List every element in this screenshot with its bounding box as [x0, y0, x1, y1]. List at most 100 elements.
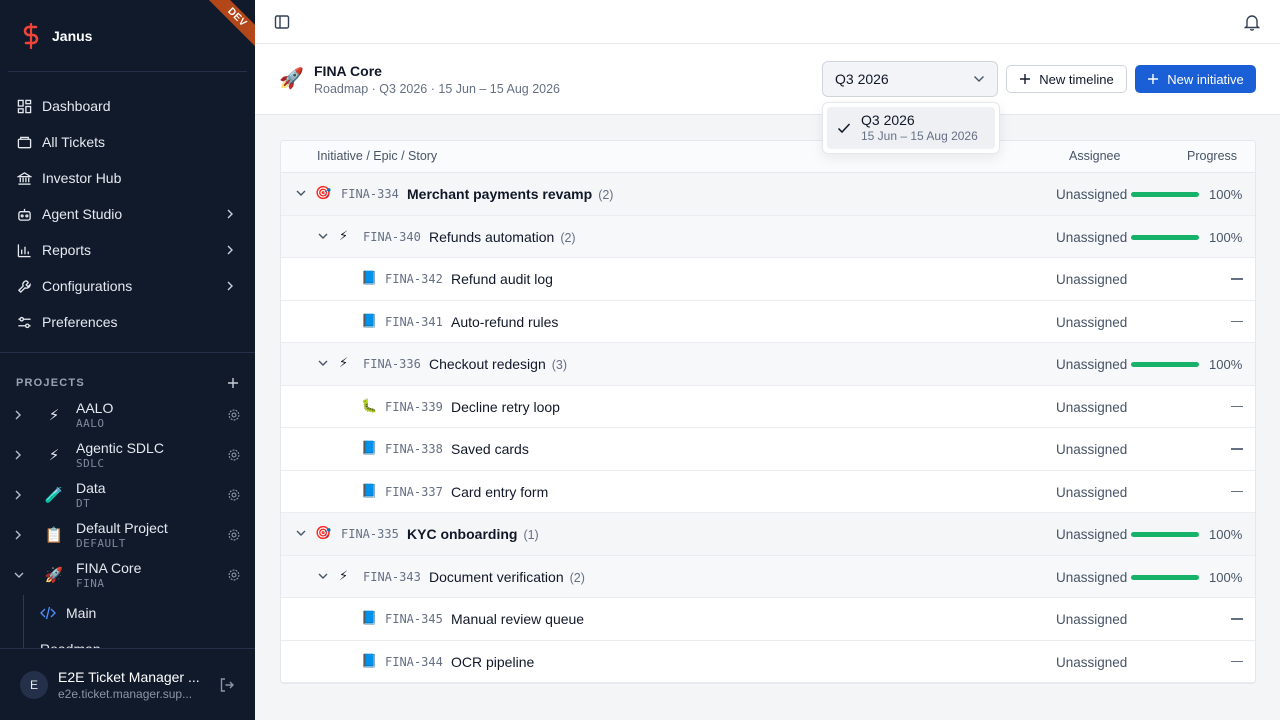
project-aalo[interactable]: ⚡ AALO AALO	[0, 395, 255, 435]
main-nav: Dashboard All Tickets Investor Hub Agent…	[0, 72, 255, 353]
assignee[interactable]: Unassigned	[1056, 272, 1127, 287]
table-row[interactable]: 📘 FINA-345 Manual review queue Unassigned	[281, 598, 1255, 641]
roadmap-table: Initiative / Epic / Story Assignee Progr…	[280, 140, 1256, 684]
period-option[interactable]: Q3 2026 15 Jun – 15 Aug 2026	[827, 107, 995, 149]
progress-bar	[1131, 532, 1199, 537]
chevron-down-icon[interactable]	[295, 527, 307, 539]
table-row[interactable]: 📘 FINA-337 Card entry form Unassigned	[281, 471, 1255, 513]
assignee[interactable]: Unassigned	[1056, 357, 1127, 372]
ticket-key[interactable]: FINA-340	[363, 230, 421, 244]
check-icon	[837, 123, 851, 134]
project-list: ⚡ AALO AALO ⚡ Agentic SDLC SDLC 🧪 Data DT 📋…	[0, 395, 255, 667]
assignee[interactable]: Unassigned	[1056, 655, 1127, 670]
assignee[interactable]: Unassigned	[1056, 315, 1127, 330]
nav-dashboard[interactable]: Dashboard	[8, 88, 247, 124]
table-row[interactable]: 🎯 FINA-335 KYC onboarding (1) Unassigned 100%	[281, 513, 1255, 556]
nav-agent-studio[interactable]: Agent Studio	[8, 196, 247, 232]
period-select[interactable]: Q3 2026	[822, 61, 998, 97]
chevron-right-icon[interactable]	[14, 530, 28, 540]
chevron-down-icon[interactable]	[295, 187, 307, 199]
gear-icon[interactable]	[227, 448, 241, 462]
chevron-right-icon[interactable]	[14, 410, 28, 420]
gear-icon[interactable]	[227, 408, 241, 422]
table-row[interactable]: 📘 FINA-344 OCR pipeline Unassigned	[281, 641, 1255, 683]
chevron-right-icon[interactable]	[14, 490, 28, 500]
new-timeline-button[interactable]: New timeline	[1006, 65, 1127, 93]
ticket-key[interactable]: FINA-345	[385, 612, 443, 626]
col-assignee: Assignee	[1069, 149, 1121, 163]
ticket-key[interactable]: FINA-341	[385, 315, 443, 329]
bell-icon[interactable]	[1244, 13, 1260, 31]
project-agentic-sdlc[interactable]: ⚡ Agentic SDLC SDLC	[0, 435, 255, 475]
lightning-icon: ⚡	[48, 447, 60, 464]
ticket-key[interactable]: FINA-334	[341, 187, 399, 201]
nav-all-tickets[interactable]: All Tickets	[8, 124, 247, 160]
new-initiative-button[interactable]: New initiative	[1135, 65, 1256, 93]
ticket-key[interactable]: FINA-338	[385, 442, 443, 456]
table-row[interactable]: 🎯 FINA-334 Merchant payments revamp (2) Unas…	[281, 173, 1255, 216]
assignee[interactable]: Unassigned	[1056, 612, 1127, 627]
chevron-down-icon[interactable]	[317, 570, 329, 582]
row-title[interactable]: Manual review queue	[451, 611, 584, 627]
nav-preferences[interactable]: Preferences	[8, 304, 247, 340]
row-title[interactable]: Refund audit log	[451, 271, 553, 287]
row-title[interactable]: OCR pipeline	[451, 654, 534, 670]
nav-investor-hub[interactable]: Investor Hub	[8, 160, 247, 196]
chevron-down-icon[interactable]	[317, 357, 329, 369]
assignee[interactable]: Unassigned	[1056, 442, 1127, 457]
add-project-icon[interactable]	[227, 377, 239, 389]
row-title[interactable]: Decline retry loop	[451, 399, 560, 415]
table-row[interactable]: 📘 FINA-342 Refund audit log Unassigned	[281, 258, 1255, 301]
logout-icon[interactable]	[219, 677, 235, 693]
gear-icon[interactable]	[227, 488, 241, 502]
table-body: 🎯 FINA-334 Merchant payments revamp (2) Unas…	[281, 173, 1255, 683]
project-default[interactable]: 📋 Default Project DEFAULT	[0, 515, 255, 555]
assignee[interactable]: Unassigned	[1056, 527, 1127, 542]
project-fina-core[interactable]: 🚀 FINA Core FINA	[0, 555, 255, 595]
book-icon: 📘	[361, 652, 378, 668]
chevron-down-icon[interactable]	[317, 230, 329, 242]
code-icon	[40, 606, 56, 620]
ticket-key[interactable]: FINA-344	[385, 655, 443, 669]
table-row[interactable]: 🐛 FINA-339 Decline retry loop Unassigned	[281, 386, 1255, 428]
progress-percent: 100%	[1209, 527, 1243, 542]
row-title[interactable]: Card entry form	[451, 484, 548, 500]
row-title[interactable]: Checkout redesign (3)	[429, 356, 567, 372]
ticket-key[interactable]: FINA-339	[385, 400, 443, 414]
chevron-down-icon[interactable]	[14, 571, 28, 579]
progress-percent: 100%	[1209, 187, 1243, 202]
table-row[interactable]: ⚡ FINA-343 Document verification (2) Unassig…	[281, 555, 1255, 598]
assignee[interactable]: Unassigned	[1056, 400, 1127, 415]
ticket-key[interactable]: FINA-342	[385, 272, 443, 286]
row-title[interactable]: Document verification (2)	[429, 569, 585, 585]
assignee[interactable]: Unassigned	[1056, 187, 1127, 202]
row-title[interactable]: Auto-refund rules	[451, 314, 558, 330]
book-icon: 📘	[361, 440, 378, 455]
table-row[interactable]: 📘 FINA-341 Auto-refund rules Unassigned	[281, 301, 1255, 343]
table-row[interactable]: ⚡ FINA-340 Refunds automation (2) Unassigned…	[281, 215, 1255, 258]
table-row[interactable]: 📘 FINA-338 Saved cards Unassigned	[281, 428, 1255, 471]
nav-reports[interactable]: Reports	[8, 232, 247, 268]
sidebar-toggle-icon[interactable]	[274, 14, 290, 30]
table-row[interactable]: ⚡ FINA-336 Checkout redesign (3) Unassigned 1…	[281, 343, 1255, 386]
nav-configurations[interactable]: Configurations	[8, 268, 247, 304]
row-title[interactable]: Refunds automation (2)	[429, 229, 576, 245]
gear-icon[interactable]	[227, 568, 241, 582]
ticket-key[interactable]: FINA-343	[363, 570, 421, 584]
row-title[interactable]: Saved cards	[451, 441, 529, 457]
ticket-key[interactable]: FINA-335	[341, 527, 399, 541]
assignee[interactable]: Unassigned	[1056, 230, 1127, 245]
clipboard-icon: 📋	[44, 527, 64, 544]
chevron-right-icon[interactable]	[14, 450, 28, 460]
subnav-main[interactable]: Main	[40, 595, 255, 631]
ticket-key[interactable]: FINA-336	[363, 357, 421, 371]
project-data[interactable]: 🧪 Data DT	[0, 475, 255, 515]
ticket-key[interactable]: FINA-337	[385, 485, 443, 499]
assignee[interactable]: Unassigned	[1056, 570, 1127, 585]
row-title[interactable]: Merchant payments revamp (2)	[407, 186, 613, 202]
gear-icon[interactable]	[227, 528, 241, 542]
assignee[interactable]: Unassigned	[1056, 485, 1127, 500]
progress-bar	[1131, 234, 1199, 240]
row-title[interactable]: KYC onboarding (1)	[407, 526, 539, 542]
avatar[interactable]: E	[20, 670, 48, 699]
